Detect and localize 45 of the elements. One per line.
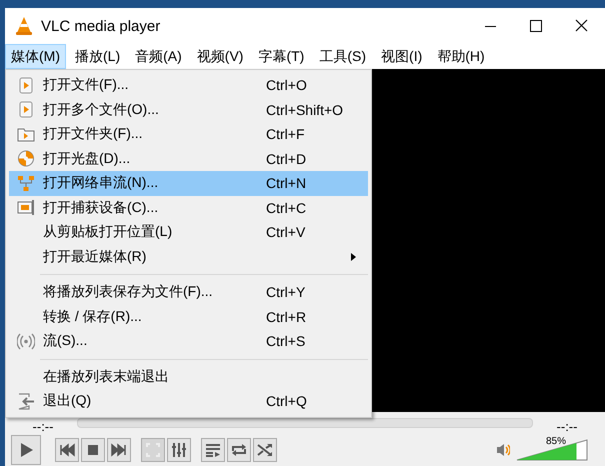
menu-item[interactable]: 工具(S) <box>313 44 372 69</box>
menu-option[interactable]: 从剪贴板打开位置(L) Ctrl+V <box>9 220 368 244</box>
menu-option[interactable]: 退出(Q) Ctrl+Q <box>9 389 368 414</box>
menu-option[interactable]: 打开文件夹(F)... Ctrl+F <box>9 122 368 146</box>
menu-item[interactable]: 字幕(T) <box>252 44 310 69</box>
menu-option[interactable]: 打开文件(F)... Ctrl+O <box>9 73 368 98</box>
loop-icon[interactable] <box>227 438 251 462</box>
window-title: VLC media player <box>41 18 160 34</box>
menu-option[interactable]: 打开光盘(D)... Ctrl+D <box>9 146 368 171</box>
menu-option[interactable]: 在播放列表末端退出 <box>9 364 368 389</box>
cone-icon <box>15 16 33 36</box>
menu-item[interactable]: 帮助(H) <box>431 44 491 69</box>
playlist-icon[interactable] <box>201 438 225 462</box>
play-icon[interactable] <box>11 435 41 465</box>
next-icon[interactable] <box>107 438 131 462</box>
menu-item[interactable]: 音频(A) <box>129 44 188 69</box>
menu-option[interactable]: 打开最近媒体(R) <box>9 244 368 269</box>
menu-option[interactable]: 打开多个文件(O)... Ctrl+Shift+O <box>9 98 368 122</box>
menu-item[interactable]: 播放(L) <box>69 44 126 69</box>
network-icon <box>17 174 35 192</box>
file-play-icon <box>17 76 35 94</box>
broadcast-icon <box>17 332 35 350</box>
menu-option[interactable]: 打开捕获设备(C)... Ctrl+C <box>9 196 368 220</box>
elapsed-time: --:-- <box>32 420 54 434</box>
capture-card-icon <box>17 199 35 216</box>
previous-icon[interactable] <box>55 438 79 462</box>
disc-icon <box>17 150 35 168</box>
file-play-icon <box>17 101 35 118</box>
volume-slider[interactable]: 85% <box>516 439 588 461</box>
menu-option[interactable]: 转换 / 保存(R)... Ctrl+R <box>9 304 368 329</box>
menu-option[interactable]: 流(S)... Ctrl+S <box>9 329 368 354</box>
equalizer-icon[interactable] <box>167 438 191 462</box>
total-time: --:-- <box>556 420 578 434</box>
stop-icon[interactable] <box>81 438 105 462</box>
menu-option[interactable]: 打开网络串流(N)... Ctrl+N <box>9 171 368 196</box>
folder-icon <box>17 126 35 143</box>
menu-item[interactable]: 媒体(M) <box>5 44 66 69</box>
exit-icon <box>17 392 35 410</box>
menu-item[interactable]: 视图(I) <box>375 44 428 69</box>
submenu-arrow-icon <box>351 252 356 261</box>
menu-item[interactable]: 视频(V) <box>190 44 250 69</box>
volume-reading: 85% <box>546 436 566 447</box>
shuffle-icon[interactable] <box>253 438 277 462</box>
speaker-icon[interactable] <box>496 442 510 458</box>
menu-option[interactable]: 将播放列表保存为文件(F)... Ctrl+Y <box>9 280 368 304</box>
